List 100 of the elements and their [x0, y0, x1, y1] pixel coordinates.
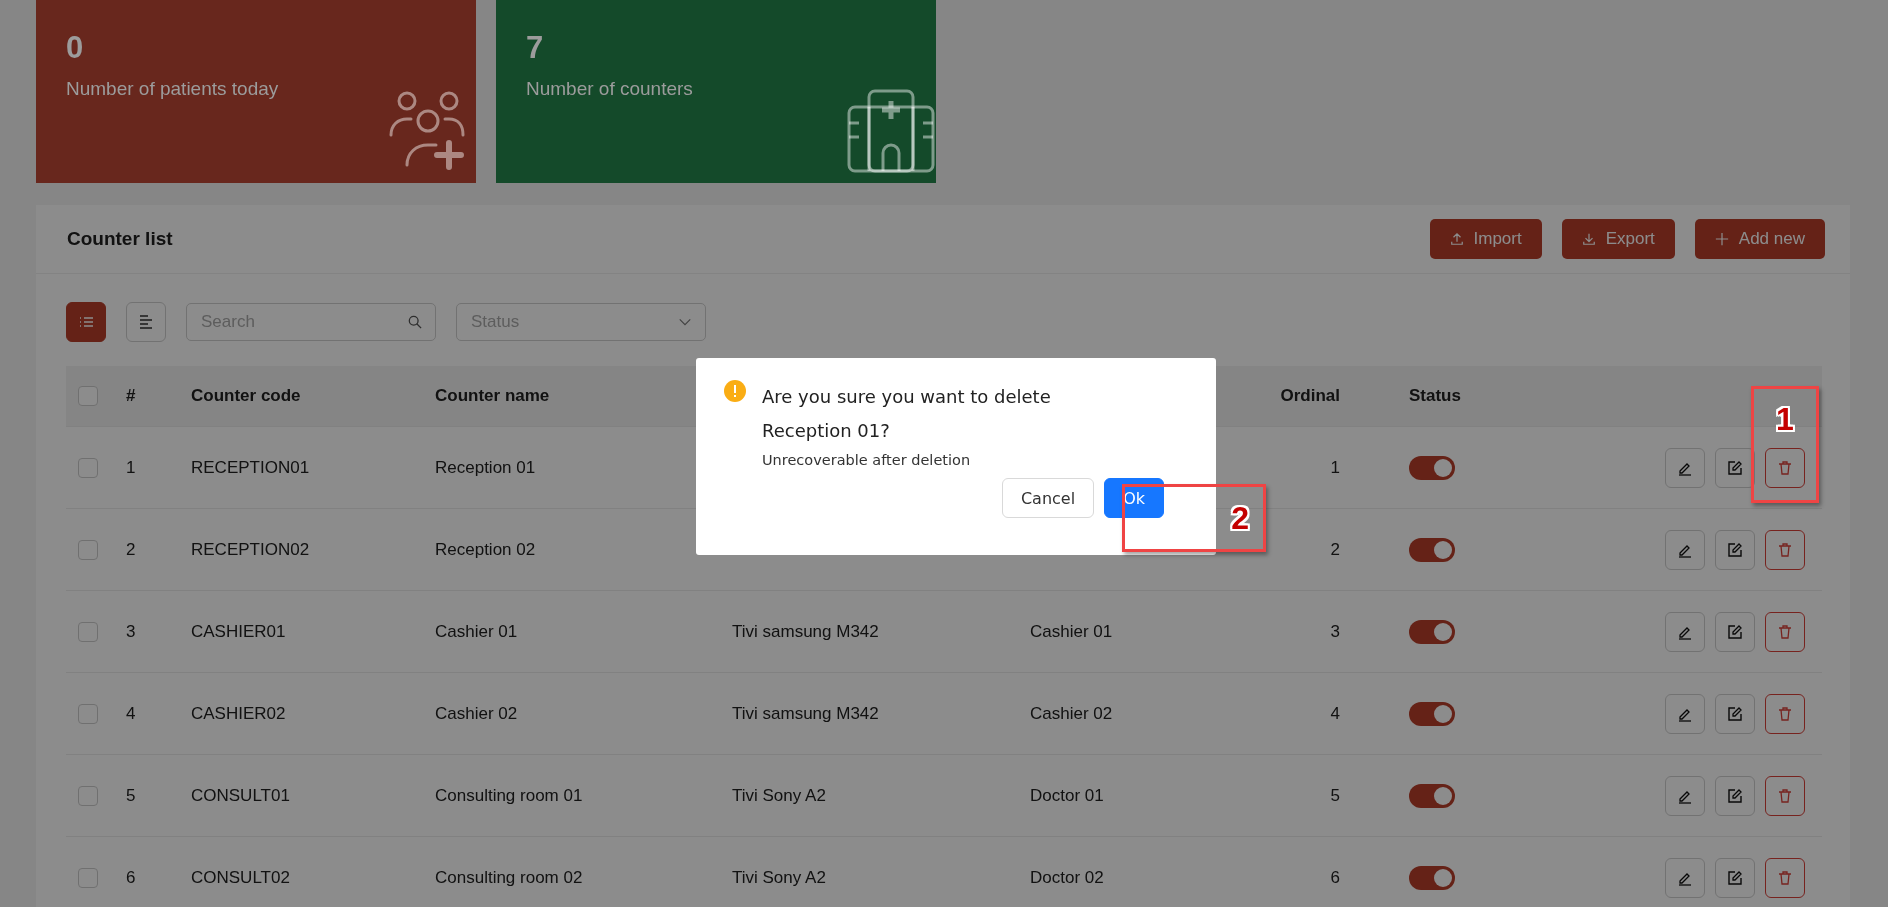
trash-icon — [1777, 623, 1793, 640]
status-toggle[interactable] — [1409, 455, 1455, 480]
delete-button[interactable] — [1765, 529, 1805, 570]
checkbox[interactable] — [78, 539, 98, 560]
checkbox[interactable] — [78, 867, 98, 888]
trash-icon — [1777, 459, 1793, 476]
table-cell: 2 — [126, 539, 136, 559]
align-left-icon — [138, 314, 154, 330]
pen-button[interactable] — [1665, 447, 1705, 488]
table-cell: 6 — [1330, 867, 1340, 887]
table-cell: RECEPTION01 — [191, 457, 310, 477]
edit-button[interactable] — [1715, 529, 1755, 570]
callout-number: 2 — [1231, 499, 1249, 537]
plus-icon — [1714, 232, 1729, 246]
column-header: Counter name — [435, 386, 550, 405]
delete-button[interactable] — [1765, 447, 1805, 488]
edit-icon — [1727, 869, 1743, 886]
stat-value: 7 — [526, 30, 545, 66]
status-toggle[interactable] — [1409, 783, 1455, 808]
pen-button[interactable] — [1665, 611, 1705, 652]
table-cell: Tivi samsung M342 — [732, 621, 879, 641]
pen-button[interactable] — [1665, 857, 1705, 898]
table-cell: 5 — [1330, 785, 1340, 805]
table-cell: Doctor 01 — [1030, 785, 1104, 805]
delete-button[interactable] — [1765, 857, 1805, 898]
table-cell: 2 — [1330, 539, 1340, 559]
hospital-icon — [846, 87, 936, 175]
table-cell: Consulting room 02 — [435, 867, 583, 887]
table-cell: 3 — [126, 621, 136, 641]
table-cell: Cashier 01 — [435, 621, 518, 641]
edit-button[interactable] — [1715, 775, 1755, 816]
column-header: Ordinal — [1280, 386, 1340, 405]
download-icon — [1581, 232, 1596, 246]
pen-button[interactable] — [1665, 775, 1705, 816]
edit-button[interactable] — [1715, 857, 1755, 898]
table-cell: Tivi Sony A2 — [732, 785, 826, 805]
checkbox[interactable] — [78, 785, 98, 806]
table-cell: RECEPTION02 — [191, 539, 310, 559]
table-cell: 1 — [1330, 457, 1340, 477]
table-cell: 5 — [126, 785, 136, 805]
table-cell: CONSULT02 — [191, 867, 290, 887]
table-cell: Tivi Sony A2 — [732, 867, 826, 887]
edit-icon — [1727, 541, 1743, 558]
panel-title: Counter list — [67, 228, 173, 250]
table-cell: Reception 01 — [435, 457, 536, 477]
import-button[interactable]: Import — [1429, 219, 1542, 259]
upload-icon — [1449, 232, 1464, 246]
checkbox[interactable] — [78, 703, 98, 724]
delete-button[interactable] — [1765, 611, 1805, 652]
status-toggle[interactable] — [1409, 537, 1455, 562]
trash-icon — [1777, 869, 1793, 886]
table-cell: Doctor 02 — [1030, 867, 1104, 887]
table-cell: 4 — [1330, 703, 1340, 723]
table-cell: 3 — [1330, 621, 1340, 641]
search-icon — [408, 315, 422, 329]
column-header: Counter code — [191, 386, 301, 405]
add-button[interactable]: Add new — [1694, 219, 1825, 259]
stat-label: Number of patients today — [66, 78, 279, 100]
list-icon — [78, 314, 94, 330]
table-cell: Tivi samsung M342 — [732, 703, 879, 723]
status-toggle[interactable] — [1409, 619, 1455, 644]
callout-number: 1 — [1776, 401, 1794, 438]
status-toggle[interactable] — [1409, 701, 1455, 726]
trash-icon — [1777, 541, 1793, 558]
dialog-message: Unrecoverable after deletion — [762, 452, 972, 468]
checkbox[interactable] — [78, 621, 98, 642]
stat-label: Number of counters — [526, 78, 693, 100]
pen-button[interactable] — [1665, 693, 1705, 734]
edit-icon — [1727, 787, 1743, 804]
warning-icon — [724, 380, 746, 402]
export-button[interactable]: Export — [1561, 219, 1675, 259]
table-cell: 1 — [126, 457, 136, 477]
table-cell: CASHIER02 — [191, 703, 286, 723]
pen-button[interactable] — [1665, 529, 1705, 570]
column-header: Status — [1409, 386, 1461, 405]
cancel-button[interactable]: Cancel — [1001, 478, 1095, 518]
table-cell: CONSULT01 — [191, 785, 290, 805]
checkbox[interactable] — [78, 457, 98, 478]
status-toggle[interactable] — [1409, 865, 1455, 890]
table-cell: Cashier 02 — [435, 703, 518, 723]
edit-button[interactable] — [1715, 611, 1755, 652]
checkbox[interactable] — [78, 386, 98, 406]
table-cell: CASHIER01 — [191, 621, 286, 641]
trash-icon — [1777, 787, 1793, 804]
dialog-title: Are you sure you want to delete Reception 01? — [762, 385, 1052, 443]
table-cell: 4 — [126, 703, 136, 723]
edit-button[interactable] — [1715, 693, 1755, 734]
table-cell: Reception 02 — [435, 539, 536, 559]
edit-icon — [1727, 623, 1743, 640]
view-toggle-button[interactable] — [66, 302, 106, 342]
table-cell: Cashier 01 — [1030, 621, 1113, 641]
stat-value: 0 — [66, 30, 85, 66]
trash-icon — [1777, 705, 1793, 722]
column-header: # — [126, 386, 136, 405]
table-cell: 6 — [126, 867, 136, 887]
edit-icon — [1727, 705, 1743, 722]
edit-icon — [1727, 459, 1743, 476]
delete-button[interactable] — [1765, 775, 1805, 816]
table-cell: Consulting room 01 — [435, 785, 583, 805]
delete-button[interactable] — [1765, 693, 1805, 734]
